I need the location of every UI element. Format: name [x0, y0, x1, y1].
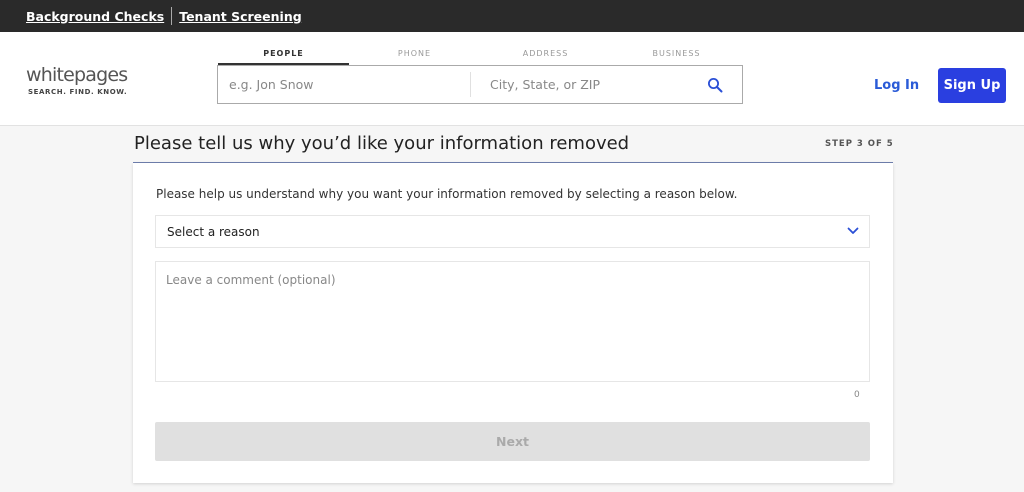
search-button[interactable] — [689, 66, 741, 103]
background-checks-link[interactable]: Background Checks — [26, 9, 164, 24]
location-search-input[interactable]: City, State, or ZIP — [471, 66, 689, 103]
name-search-input[interactable]: e.g. Jon Snow — [218, 72, 471, 97]
logo-tagline: SEARCH. FIND. KNOW. — [28, 88, 128, 96]
comment-textarea[interactable]: Leave a comment (optional) — [155, 261, 870, 382]
search-bar: e.g. Jon Snow City, State, or ZIP — [217, 65, 743, 104]
reason-select-value: Select a reason — [167, 224, 260, 239]
page-title: Please tell us why you’d like your infor… — [134, 133, 630, 154]
tab-phone[interactable]: PHONE — [349, 47, 480, 65]
removal-reason-card: Please help us understand why you want y… — [133, 163, 893, 483]
sign-up-button[interactable]: Sign Up — [938, 68, 1006, 103]
log-in-link[interactable]: Log In — [874, 78, 919, 93]
search-icon — [708, 77, 723, 92]
divider — [171, 7, 173, 25]
tab-people[interactable]: PEOPLE — [218, 47, 349, 65]
header: whitepages SEARCH. FIND. KNOW. PEOPLE PH… — [0, 32, 1024, 126]
search-tabs: PEOPLE PHONE ADDRESS BUSINESS — [218, 47, 742, 65]
whitepages-logo[interactable]: whitepages SEARCH. FIND. KNOW. — [26, 64, 128, 96]
chevron-down-icon — [847, 227, 859, 234]
tab-business[interactable]: BUSINESS — [611, 47, 742, 65]
top-bar: Background Checks Tenant Screening — [0, 0, 1024, 32]
reason-select[interactable]: Select a reason — [155, 215, 870, 248]
character-count: 0 — [854, 390, 860, 400]
step-indicator: STEP 3 OF 5 — [825, 139, 894, 149]
instructions-text: Please help us understand why you want y… — [156, 187, 738, 201]
tab-address[interactable]: ADDRESS — [480, 47, 611, 65]
next-button[interactable]: Next — [155, 422, 870, 461]
tenant-screening-link[interactable]: Tenant Screening — [179, 9, 301, 24]
logo-wordmark: whitepages — [26, 64, 128, 86]
